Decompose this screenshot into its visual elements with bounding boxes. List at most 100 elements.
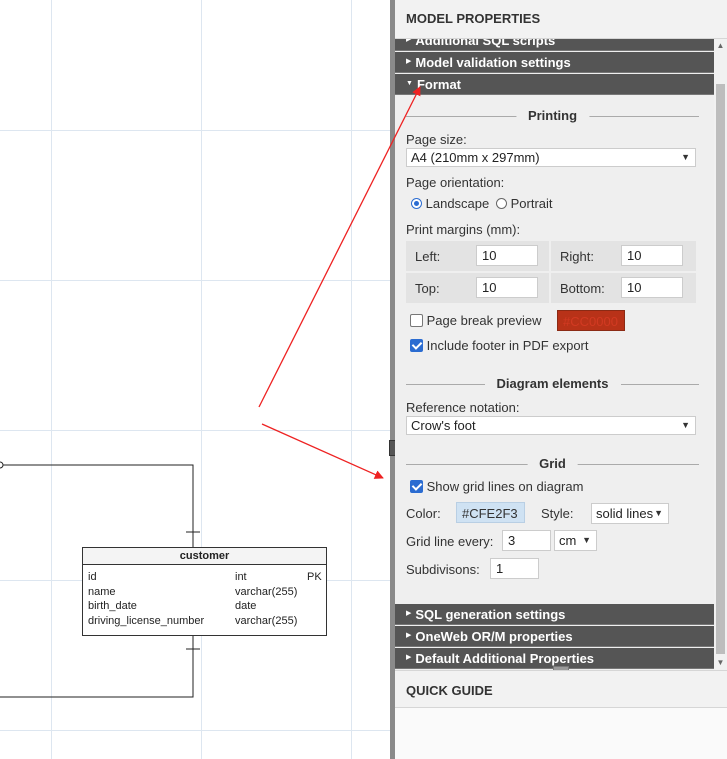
margin-left-input[interactable]: 10 [476,245,538,266]
grid-group-title: Grid [406,456,699,472]
optional-circle-marker [0,461,4,469]
model-properties-header: MODEL PROPERTIES [395,0,727,39]
dropdown-caret-icon: ▼ [681,152,690,162]
section-label: Format [416,77,461,92]
portrait-radio[interactable] [496,198,507,210]
section-label: Additional SQL scripts [415,39,556,48]
page-size-value: A4 (210mm x 297mm) [411,150,540,165]
table-column-row[interactable]: name varchar(255) [83,585,326,600]
column-name: birth_date [88,600,137,612]
page-break-color-picker[interactable]: #CC0000 [557,310,625,331]
section-label: SQL generation settings [415,607,566,622]
margin-right-input[interactable]: 10 [621,245,683,266]
collapsed-triangle-icon: ▶ [406,58,412,66]
scroll-up-arrow-icon[interactable]: ▲ [716,41,725,51]
margin-bottom-cell: Bottom: 10 [551,273,696,303]
table-customer[interactable]: customer id int PK name varchar(255) bir… [82,547,327,636]
section-additional-sql-scripts[interactable]: ▶ Additional SQL scripts [395,39,714,51]
include-footer-option[interactable]: Include footer in PDF export [410,338,588,353]
scroll-down-arrow-icon[interactable]: ▼ [716,658,725,668]
orientation-portrait-option[interactable]: Portrait [496,196,553,211]
margin-left-cell: Left: 10 [406,241,549,271]
section-format[interactable]: ▼ Format [395,74,714,95]
section-oneweb-orm-properties[interactable]: ▶ OneWeb OR/M properties [395,626,714,647]
grid-color-label: Color: [406,506,441,521]
relationship-lines [0,461,200,698]
section-label: Default Additional Properties [415,651,595,666]
dropdown-caret-icon: ▼ [654,508,663,518]
page-size-select[interactable]: A4 (210mm x 297mm) ▼ [406,148,696,167]
margin-bottom-input[interactable]: 10 [621,277,683,298]
collapsed-triangle-icon: ▶ [406,610,412,618]
page-break-preview-option[interactable]: Page break preview [410,313,542,328]
margin-top-cell: Top: 10 [406,273,549,303]
margin-top-label: Top: [415,281,440,296]
printing-group-title: Printing [406,108,699,124]
margin-right-cell: Right: 10 [551,241,696,271]
column-type: varchar(255) [235,585,298,598]
quick-guide-body [395,708,727,759]
table-name: customer [83,548,326,565]
grid-unit-select[interactable]: cm ▼ [554,530,597,551]
column-name: id [88,571,97,583]
orientation-landscape-option[interactable]: Landscape [411,196,489,211]
diagram-canvas[interactable]: customer id int PK name varchar(255) bir… [0,0,392,759]
collapsed-triangle-icon: ▶ [406,39,412,44]
table-column-row[interactable]: id int PK [83,570,326,585]
properties-scroll-area: ▶ Additional SQL scripts ▶ Model validatio… [395,39,714,670]
collapsed-triangle-icon: ▶ [406,632,412,640]
subdivisions-input[interactable]: 1 [490,558,539,579]
collapsed-triangle-icon: ▶ [406,654,412,662]
show-grid-option[interactable]: Show grid lines on diagram [410,479,583,494]
table-columns: id int PK name varchar(255) birth_date d… [83,565,326,628]
margin-bottom-label: Bottom: [560,281,605,296]
panel-title: MODEL PROPERTIES [406,11,541,26]
grid-line-every-input[interactable]: 3 [502,530,551,551]
properties-panel: MODEL PROPERTIES ▶ Additional SQL scripts… [395,0,727,759]
subdivisions-label: Subdivisons: [406,562,480,577]
column-type: int [235,571,247,583]
section-model-validation-settings[interactable]: ▶ Model validation settings [395,52,714,73]
section-label: OneWeb OR/M properties [415,629,573,644]
page-size-label: Page size: [406,132,467,147]
column-type: date [235,600,257,612]
grid-line-every-label: Grid line every: [406,534,494,549]
include-footer-checkbox[interactable] [410,339,423,353]
expanded-triangle-icon: ▼ [406,80,413,88]
margin-top-input[interactable]: 10 [476,277,538,298]
properties-scrollbar[interactable]: ▲ ▼ [714,39,727,670]
reference-notation-value: Crow's foot [411,418,476,433]
table-column-row[interactable]: driving_license_number varchar(255) [83,614,326,629]
landscape-radio[interactable] [411,198,422,210]
grid-style-label: Style: [541,506,574,521]
quick-guide-title: QUICK GUIDE [406,683,493,698]
print-margins-label: Print margins (mm): [406,222,521,237]
section-label: Model validation settings [415,55,571,70]
column-name: driving_license_number [88,614,205,627]
page-break-checkbox[interactable] [410,314,423,328]
reference-notation-label: Reference notation: [406,400,520,415]
grid-style-value: solid lines [596,506,654,521]
landscape-label: Landscape [425,196,490,211]
column-key: PK [307,571,322,583]
portrait-label: Portrait [510,196,553,211]
diagram-elements-group-title: Diagram elements [406,376,699,392]
margin-left-label: Left: [415,249,441,264]
margin-right-label: Right: [560,249,594,264]
dropdown-caret-icon: ▼ [681,420,690,430]
column-name: name [88,585,116,598]
grid-color-picker[interactable]: #CFE2F3 [456,502,525,523]
show-grid-checkbox[interactable] [410,480,423,494]
page-orientation-label: Page orientation: [406,175,505,190]
include-footer-label: Include footer in PDF export [426,338,589,353]
table-column-row[interactable]: birth_date date [83,599,326,614]
show-grid-label: Show grid lines on diagram [426,479,584,494]
quick-guide-header[interactable]: QUICK GUIDE [395,670,727,708]
reference-notation-select[interactable]: Crow's foot ▼ [406,416,696,435]
scrollbar-thumb[interactable] [716,84,725,654]
grid-style-select[interactable]: solid lines ▼ [591,503,669,524]
grid-unit-value: cm [559,533,577,548]
section-sql-generation-settings[interactable]: ▶ SQL generation settings [395,604,714,625]
page-break-label: Page break preview [426,313,542,328]
dropdown-caret-icon: ▼ [582,535,591,545]
